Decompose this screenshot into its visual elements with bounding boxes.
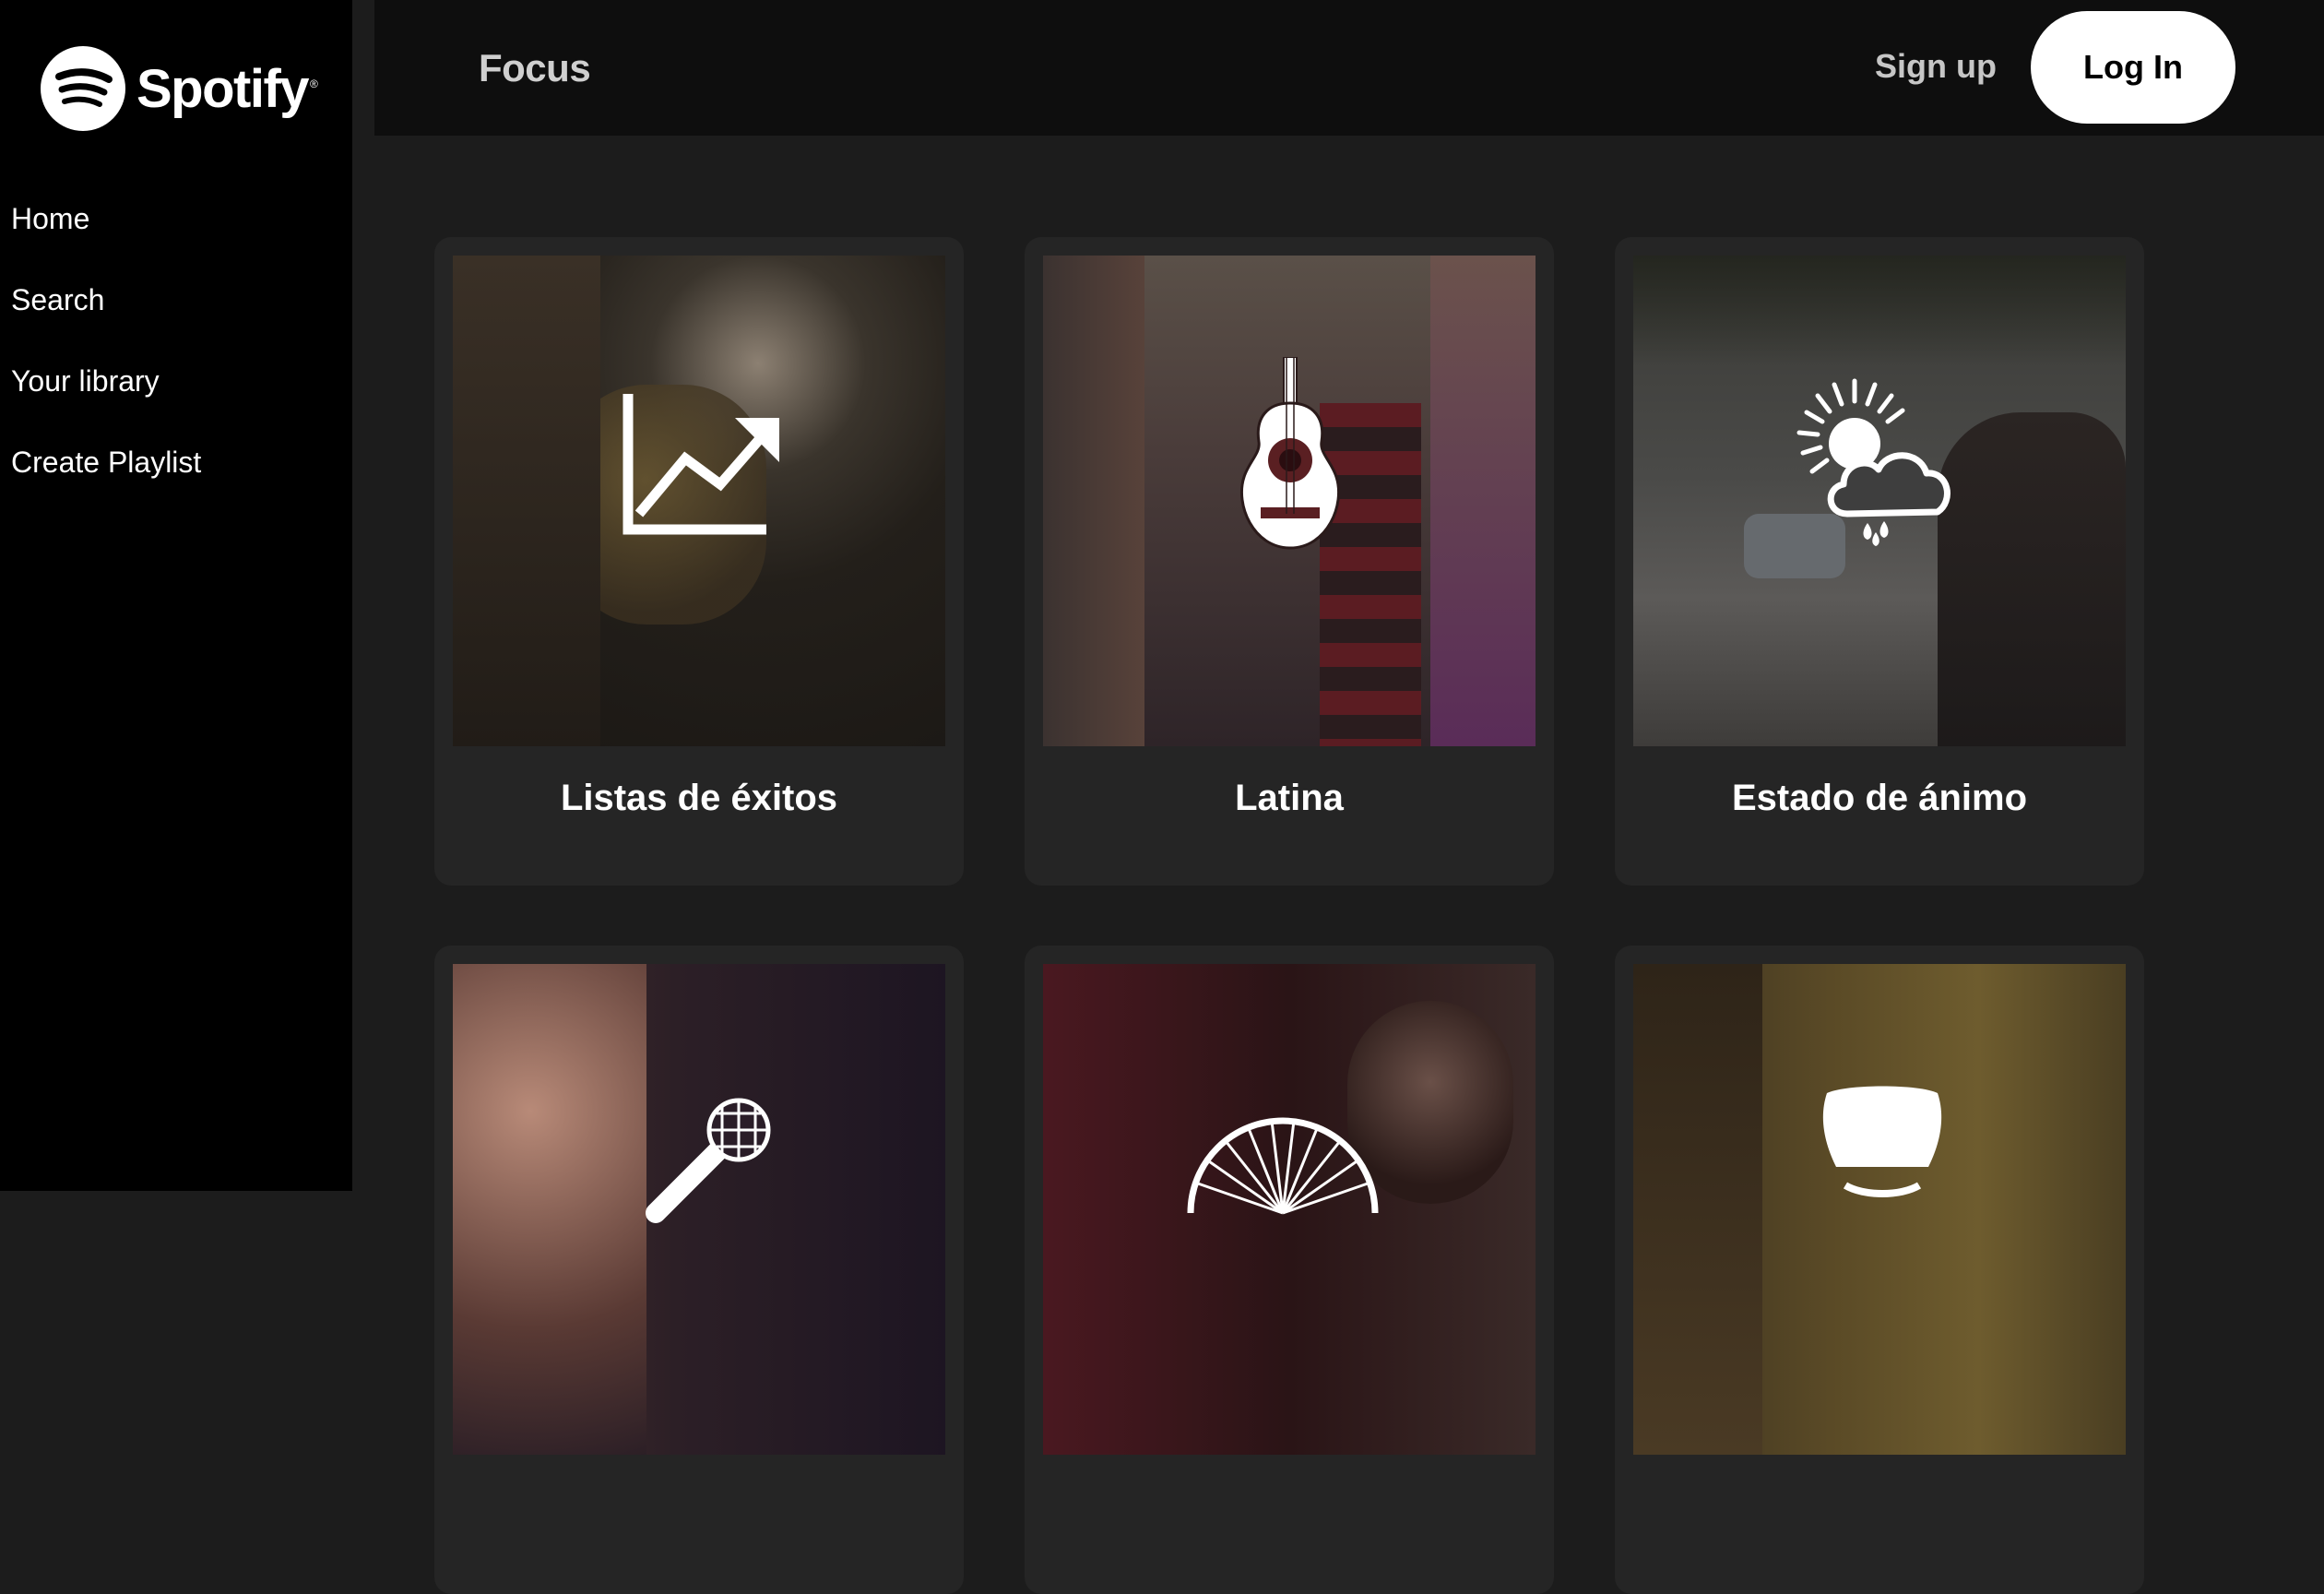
category-label: Latina — [1235, 778, 1344, 818]
sidebar-item-your-library[interactable]: Your library — [11, 358, 201, 439]
fan-icon — [1187, 1117, 1379, 1215]
sidebar-item-create-playlist[interactable]: Create Playlist — [11, 439, 201, 520]
weather-sun-cloud-rain-icon — [1796, 378, 1951, 546]
category-card[interactable] — [434, 946, 964, 1594]
category-card-latina[interactable]: Latina — [1025, 237, 1554, 886]
category-image — [1043, 964, 1536, 1455]
category-label: Estado de ánimo — [1731, 778, 2028, 818]
spotify-logo-icon — [41, 46, 125, 131]
sidebar: Spotify ® Home Search Your library Create… — [0, 0, 352, 1191]
category-image — [1633, 964, 2126, 1455]
sidebar-item-search[interactable]: Search — [11, 277, 201, 358]
spotify-logo[interactable]: Spotify ® — [41, 46, 318, 131]
app-name: Spotify ® — [136, 58, 318, 119]
sidebar-item-home[interactable]: Home — [11, 196, 201, 277]
sidebar-nav: Home Search Your library Create Playlist — [11, 196, 201, 520]
category-image — [453, 256, 945, 746]
login-button[interactable]: Log In — [2031, 11, 2235, 124]
armchair-icon — [1822, 1086, 1942, 1197]
category-card[interactable] — [1615, 946, 2144, 1594]
category-label: Listas de éxitos — [560, 778, 838, 818]
category-image — [1633, 256, 2126, 746]
category-card-listas-de-exitos[interactable]: Listas de éxitos — [434, 237, 964, 886]
category-image — [453, 964, 945, 1455]
category-card[interactable] — [1025, 946, 1554, 1594]
top-bar: Focus Sign up Log In — [374, 0, 2324, 136]
microphone-icon — [646, 1098, 771, 1223]
chart-trending-up-icon — [622, 394, 779, 535]
page-title: Focus — [479, 46, 591, 89]
category-card-estado-de-animo[interactable]: Estado de ánimo — [1615, 237, 2144, 886]
category-image — [1043, 256, 1536, 746]
signup-link[interactable]: Sign up — [1875, 47, 1997, 86]
guitar-icon — [1239, 357, 1341, 550]
